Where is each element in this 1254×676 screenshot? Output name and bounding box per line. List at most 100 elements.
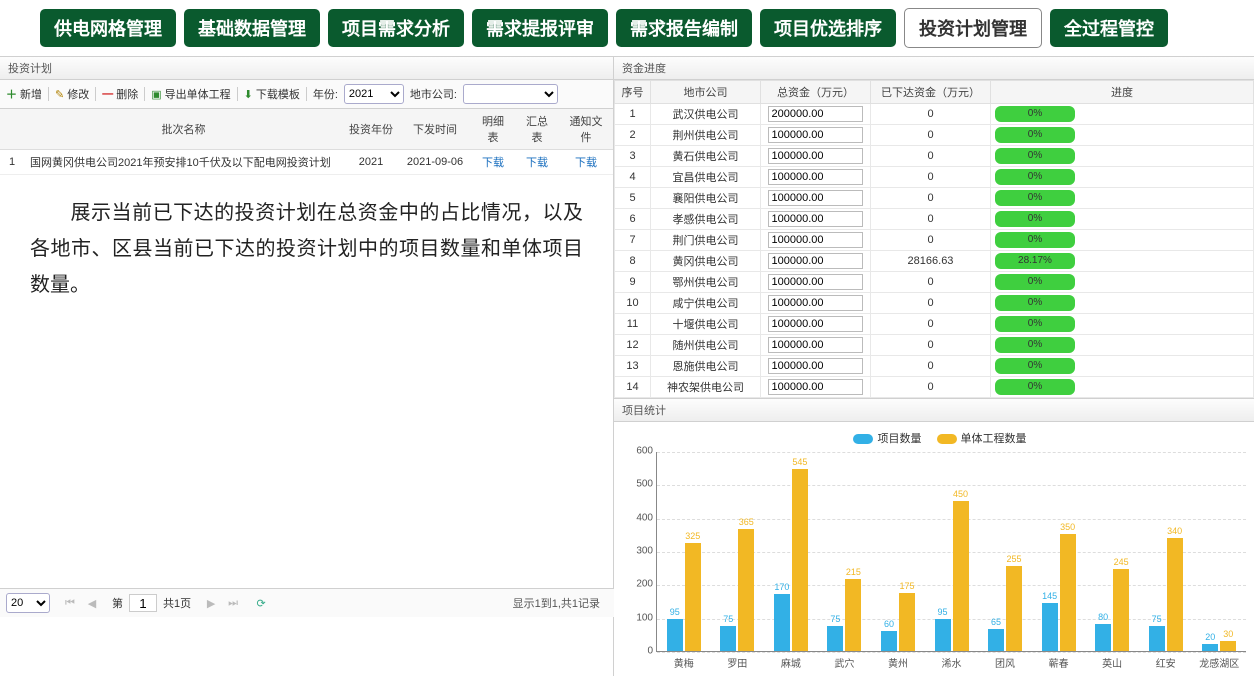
x-label: 红安: [1139, 655, 1193, 670]
tab-需求提报评审[interactable]: 需求提报评审: [472, 9, 608, 47]
next-page-icon[interactable]: ▶: [203, 595, 219, 611]
x-label: 武穴: [818, 655, 872, 670]
export-icon: ▣: [151, 88, 161, 101]
download-summary[interactable]: 下载: [526, 157, 548, 169]
table-row: 9鄂州供电公司00%: [615, 272, 1254, 293]
table-row: 11十堰供电公司00%: [615, 314, 1254, 335]
bar-group: 2030龙感湖区: [1192, 641, 1246, 651]
total-input[interactable]: [768, 337, 864, 353]
bar: 30: [1220, 641, 1236, 651]
x-label: 英山: [1085, 655, 1139, 670]
table-row: 13恩施供电公司00%: [615, 356, 1254, 377]
bar-group: 65255团风: [978, 566, 1032, 651]
progress-bar: 0%: [995, 316, 1075, 332]
tab-项目优选排序[interactable]: 项目优选排序: [760, 9, 896, 47]
total-input[interactable]: [768, 358, 864, 374]
bar: 215: [845, 579, 861, 651]
bar: 75: [827, 626, 843, 651]
table-row: 1武汉供电公司00%: [615, 104, 1254, 125]
bar-group: 95325黄梅: [657, 543, 711, 651]
plan-toolbar: ＋新增 ✎修改 —删除 ▣导出单体工程 ⬇下载模板 年份: 2021 地市公司:: [0, 80, 613, 109]
bar: 350: [1060, 534, 1076, 651]
first-page-icon[interactable]: ⏮: [62, 595, 78, 611]
bar-group: 75215武穴: [818, 579, 872, 651]
total-input[interactable]: [768, 232, 864, 248]
plus-icon: ＋: [6, 86, 17, 102]
total-input[interactable]: [768, 274, 864, 290]
last-page-icon[interactable]: ⏭: [225, 595, 241, 611]
stats-panel-title: 项目统计: [614, 398, 1254, 422]
x-label: 黄梅: [657, 655, 711, 670]
table-row[interactable]: 1国网黄冈供电公司2021年预安排10千伏及以下配电网投资计划20212021-…: [0, 150, 613, 175]
tab-基础数据管理[interactable]: 基础数据管理: [184, 9, 320, 47]
total-input[interactable]: [768, 190, 864, 206]
progress-bar: 0%: [995, 379, 1075, 395]
export-button[interactable]: ▣导出单体工程: [151, 86, 230, 102]
bar: 365: [738, 529, 754, 651]
progress-bar: 0%: [995, 274, 1075, 290]
table-row: 10咸宁供电公司00%: [615, 293, 1254, 314]
x-label: 麻城: [764, 655, 818, 670]
table-row: 12随州供电公司00%: [615, 335, 1254, 356]
progress-bar: 0%: [995, 169, 1075, 185]
city-select[interactable]: [463, 84, 558, 104]
bar: 20: [1202, 644, 1218, 651]
bar: 75: [720, 626, 736, 651]
refresh-icon[interactable]: ⟳: [253, 595, 269, 611]
tab-项目需求分析[interactable]: 项目需求分析: [328, 9, 464, 47]
legend-swatch-2: [937, 434, 957, 444]
x-label: 罗田: [711, 655, 765, 670]
progress-bar: 0%: [995, 190, 1075, 206]
bar-group: 170545麻城: [764, 469, 818, 651]
bar-group: 145350蕲春: [1032, 534, 1086, 651]
total-input[interactable]: [768, 211, 864, 227]
progress-bar: 0%: [995, 127, 1075, 143]
total-input[interactable]: [768, 253, 864, 269]
prev-page-icon[interactable]: ◀: [84, 595, 100, 611]
download-notice[interactable]: 下载: [575, 157, 597, 169]
col-notice: 通知文件: [559, 109, 613, 150]
bar: 170: [774, 594, 790, 651]
legend-swatch-1: [853, 434, 873, 444]
bar: 65: [988, 629, 1004, 651]
tab-全过程管控[interactable]: 全过程管控: [1050, 9, 1168, 47]
bar: 95: [935, 619, 951, 651]
page-input[interactable]: [129, 594, 157, 612]
y-tick: 100: [627, 612, 653, 623]
x-label: 团风: [978, 655, 1032, 670]
pager: 20 ⏮ ◀ 第 共1页 ▶ ⏭ ⟳ 显示1到1,共1记录: [0, 588, 614, 617]
tab-供电网格管理[interactable]: 供电网格管理: [40, 9, 176, 47]
bar: 545: [792, 469, 808, 651]
tab-需求报告编制[interactable]: 需求报告编制: [616, 9, 752, 47]
total-input[interactable]: [768, 295, 864, 311]
bar: 325: [685, 543, 701, 651]
total-input[interactable]: [768, 169, 864, 185]
edit-button[interactable]: ✎修改: [55, 86, 89, 102]
download-detail[interactable]: 下载: [482, 157, 504, 169]
year-select[interactable]: 2021: [344, 84, 404, 104]
table-row: 6孝感供电公司00%: [615, 209, 1254, 230]
bar: 75: [1149, 626, 1165, 651]
add-button[interactable]: ＋新增: [6, 86, 42, 102]
progress-bar: 0%: [995, 232, 1075, 248]
pagesize-select[interactable]: 20: [6, 593, 50, 613]
progress-bar: 0%: [995, 106, 1075, 122]
total-input[interactable]: [768, 148, 864, 164]
download-icon: ⬇: [244, 88, 253, 101]
col-time: 下发时间: [399, 109, 471, 150]
total-input[interactable]: [768, 127, 864, 143]
bar-group: 75365罗田: [711, 529, 765, 651]
total-input[interactable]: [768, 106, 864, 122]
download-template-button[interactable]: ⬇下载模板: [244, 86, 300, 102]
total-input[interactable]: [768, 379, 864, 395]
bar: 255: [1006, 566, 1022, 651]
funds-panel-title: 资金进度: [614, 57, 1254, 80]
progress-bar: 0%: [995, 211, 1075, 227]
total-input[interactable]: [768, 316, 864, 332]
project-stats-chart: 010020030040050060095325黄梅75365罗田170545麻…: [656, 452, 1246, 652]
tab-投资计划管理[interactable]: 投资计划管理: [904, 8, 1042, 48]
progress-bar: 0%: [995, 295, 1075, 311]
delete-button[interactable]: —删除: [102, 86, 138, 102]
col-detail: 明细表: [471, 109, 515, 150]
progress-bar: 0%: [995, 337, 1075, 353]
